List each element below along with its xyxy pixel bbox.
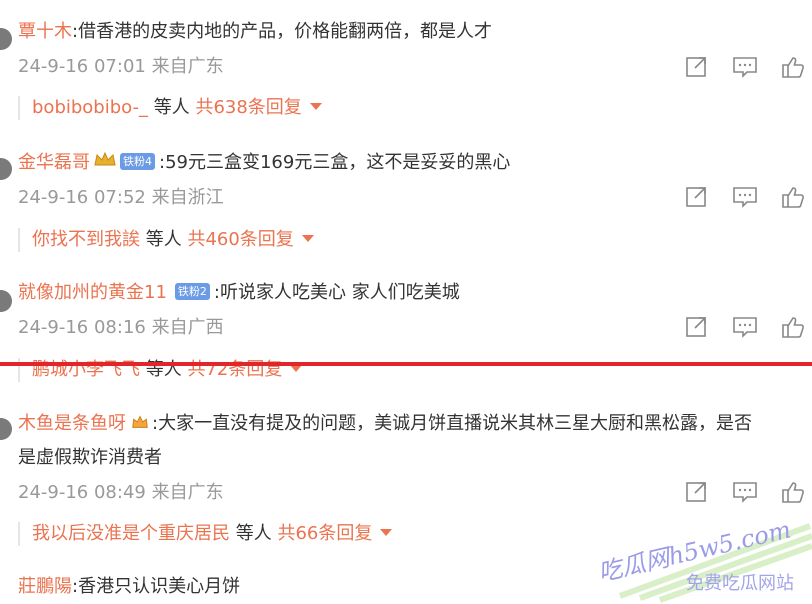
reply-users[interactable]: bobibobibo-_ (32, 97, 148, 118)
share-icon[interactable] (684, 55, 710, 79)
comment-line: 莊鵬陽:香港只认识美心月饼 (18, 575, 240, 599)
fan-badge: 铁粉4 (120, 153, 155, 170)
comment-icon[interactable] (732, 55, 758, 79)
comment-text: :借香港的皮卖内地的产品，价格能翻两倍，都是人才 (72, 21, 493, 42)
fan-badge: 铁粉2 (174, 283, 210, 300)
reply-count[interactable]: 共638条回复 (195, 97, 301, 118)
reply-summary[interactable]: 我以后没准是个重庆居民 等人 共66条回复 (18, 522, 393, 546)
comment-username[interactable]: 就像加州的黄金11 (18, 282, 167, 303)
vip-icon (132, 415, 148, 428)
comment-icon[interactable] (732, 315, 758, 339)
reply-users[interactable]: 我以后没准是个重庆居民 (32, 523, 230, 544)
watermark-slogan: 免费吃瓜网站 (686, 573, 794, 594)
like-icon[interactable] (780, 55, 806, 79)
red-strike-line (0, 362, 812, 366)
comment-username[interactable]: 金华磊哥 (18, 152, 90, 173)
reply-count[interactable]: 共66条回复 (277, 523, 372, 544)
comment-text: :听说家人吃美心 家人们吃美城 (213, 282, 460, 303)
comment-icon[interactable] (732, 185, 758, 209)
comment-text: :香港只认识美心月饼 (72, 576, 241, 597)
reply-summary[interactable]: bobibobibo-_ 等人 共638条回复 (18, 96, 322, 120)
comment-text-continued: 是虚假欺诈消费者 (18, 447, 162, 468)
reply-users[interactable]: 你找不到我誒 (32, 229, 140, 250)
chevron-down-icon[interactable] (309, 103, 322, 110)
share-icon[interactable] (684, 185, 710, 209)
comment-line: 金华磊哥 铁粉4:59元三盒变169元三盒，这不是妥妥的黑心 (18, 151, 510, 175)
reply-mid: 等人 (140, 229, 188, 250)
avatar[interactable] (0, 290, 12, 312)
avatar[interactable] (0, 418, 12, 440)
chevron-down-icon[interactable] (301, 235, 314, 242)
comment-meta: 24-9-16 07:52 来自浙江 (18, 187, 224, 208)
reply-count[interactable]: 共460条回复 (187, 229, 293, 250)
like-icon[interactable] (780, 315, 806, 339)
comment-meta: 24-9-16 08:49 来自广东 (18, 482, 224, 503)
avatar[interactable] (0, 28, 12, 50)
comment-username[interactable]: 木鱼是条鱼呀 (18, 413, 126, 434)
comment-username[interactable]: 覃十木 (18, 21, 72, 42)
comment-line: 就像加州的黄金11 铁粉2:听说家人吃美心 家人们吃美城 (18, 281, 460, 305)
reply-summary[interactable]: 你找不到我誒 等人 共460条回复 (18, 228, 314, 252)
comment-line: 覃十木:借香港的皮卖内地的产品，价格能翻两倍，都是人才 (18, 20, 492, 44)
comment-text: :大家一直没有提及的问题，美诚月饼直播说米其林三星大厨和黑松露，是否 (152, 413, 753, 434)
reply-mid: 等人 (230, 523, 278, 544)
crown-icon (94, 151, 116, 166)
chevron-down-icon[interactable] (290, 365, 303, 372)
comment-meta: 24-9-16 08:16 来自广西 (18, 317, 224, 338)
avatar[interactable] (0, 158, 12, 180)
chevron-down-icon[interactable] (380, 529, 393, 536)
share-icon[interactable] (684, 315, 710, 339)
like-icon[interactable] (780, 185, 806, 209)
comment-username[interactable]: 莊鵬陽 (18, 576, 72, 597)
comment-meta: 24-9-16 07:01 来自广东 (18, 56, 224, 77)
comment-text: :59元三盒变169元三盒，这不是妥妥的黑心 (159, 152, 511, 173)
reply-mid: 等人 (148, 97, 196, 118)
comment-line: 木鱼是条鱼呀 :大家一直没有提及的问题，美诚月饼直播说米其林三星大厨和黑松露，是否 (18, 412, 752, 436)
